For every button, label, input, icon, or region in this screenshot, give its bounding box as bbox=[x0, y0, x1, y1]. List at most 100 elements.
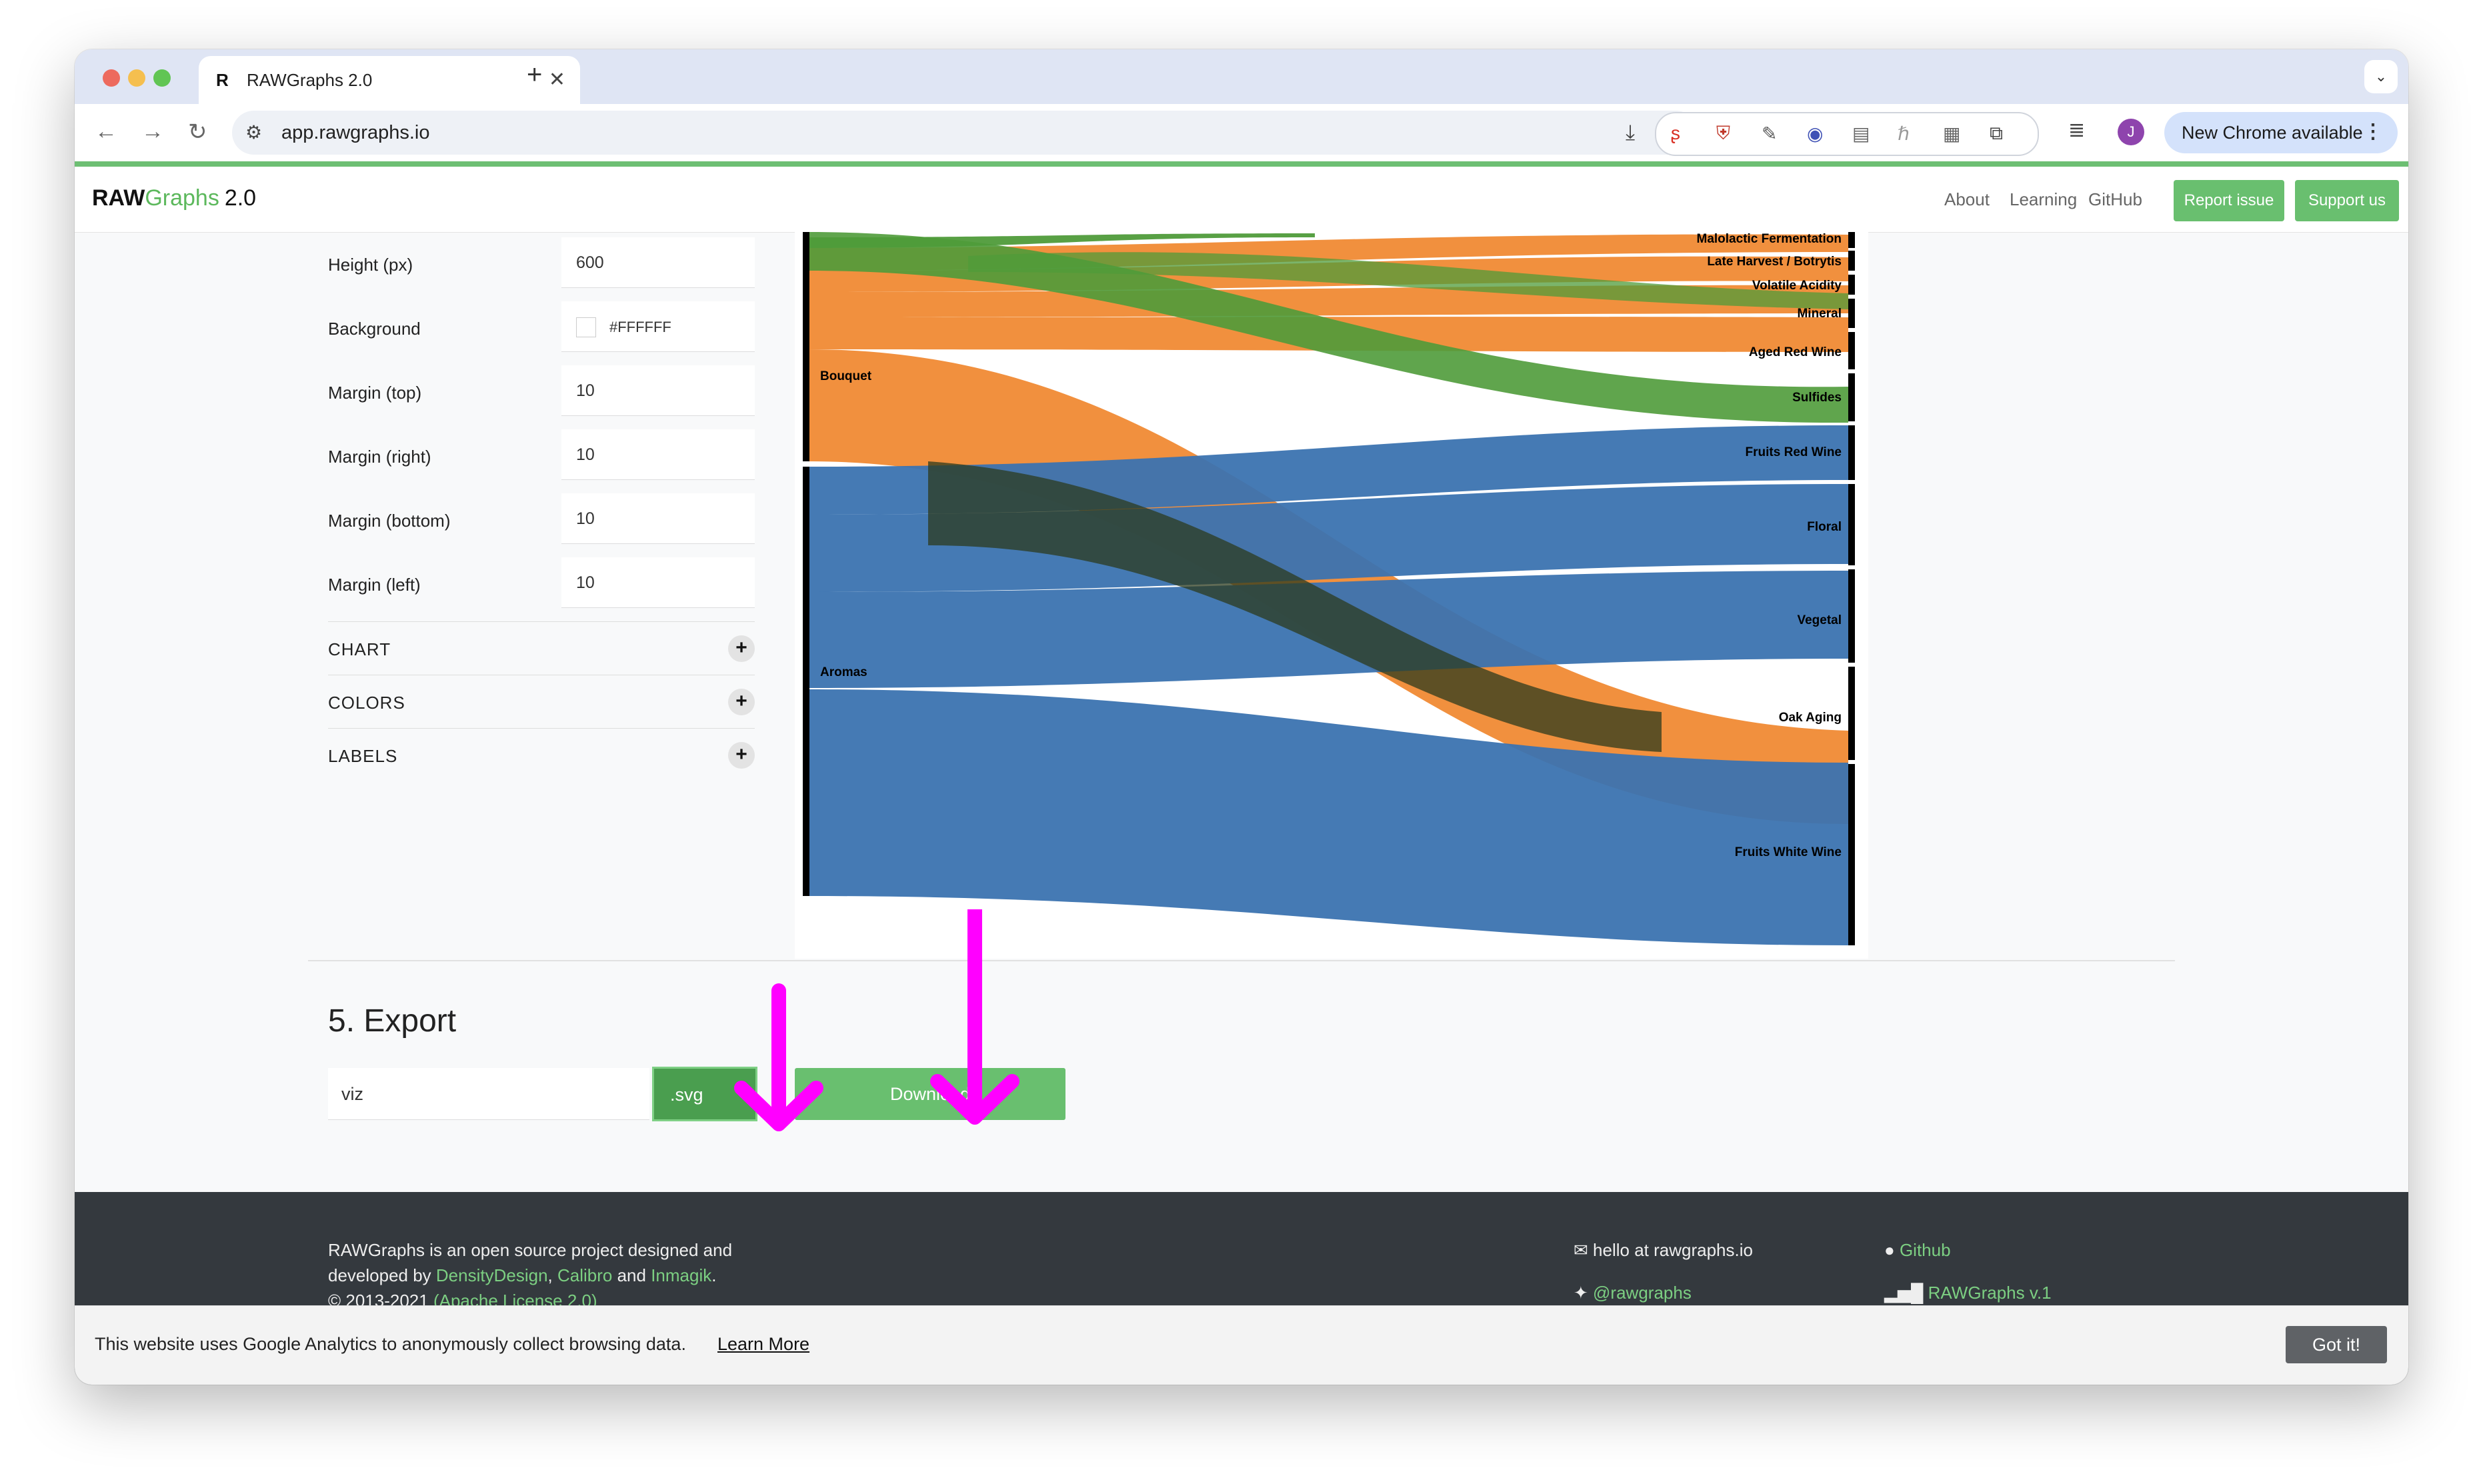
annotation-arrows bbox=[734, 983, 823, 1131]
footer-twitter-text: @rawgraphs bbox=[1593, 1283, 1692, 1303]
node-sulfides bbox=[1848, 373, 1855, 421]
footer-rawgraphs-v1[interactable]: ▂▅█ RAWGraphs v.1 bbox=[1884, 1283, 2052, 1303]
learn-more-link[interactable]: Learn More bbox=[717, 1334, 809, 1355]
section-labels-label: LABELS bbox=[328, 746, 398, 766]
section-divider bbox=[308, 960, 2175, 961]
label-target-vegetal: Vegetal bbox=[1797, 613, 1842, 627]
bar-chart-icon: ▂▅█ bbox=[1884, 1283, 1924, 1303]
expand-plus-icon[interactable]: + bbox=[728, 742, 755, 769]
got-it-button[interactable]: Got it! bbox=[2286, 1326, 2387, 1363]
footer-github-text: Github bbox=[1899, 1240, 1951, 1260]
loading-strip bbox=[75, 161, 2408, 167]
background-color-input[interactable]: #FFFFFF bbox=[561, 301, 755, 352]
nav-learning[interactable]: Learning bbox=[2010, 189, 2077, 210]
link-calibro[interactable]: Calibro bbox=[557, 1265, 612, 1285]
browser-tab[interactable]: R RAWGraphs 2.0 ✕ bbox=[199, 56, 580, 104]
node-malolactic bbox=[1848, 232, 1855, 248]
link-densitydesign[interactable]: DensityDesign bbox=[436, 1265, 548, 1285]
maximize-window-button[interactable] bbox=[153, 69, 171, 87]
back-arrow-icon[interactable]: ← bbox=[95, 119, 117, 145]
extension-pen-icon[interactable]: ✎ bbox=[1762, 123, 1777, 145]
extensions-puzzle-icon[interactable]: ⧉ bbox=[1990, 123, 2003, 145]
footer-v1-text: RAWGraphs v.1 bbox=[1928, 1283, 2052, 1303]
height-input[interactable]: 600 bbox=[561, 237, 755, 288]
label-target-sulfides: Sulfides bbox=[1792, 391, 1842, 405]
rawgraphs-logo[interactable]: RAWGraphs 2.0 bbox=[92, 185, 256, 211]
footer-line-1: RAWGraphs is an open source project desi… bbox=[328, 1240, 733, 1260]
nav-about[interactable]: About bbox=[1944, 189, 1990, 210]
report-issue-button[interactable]: Report issue bbox=[2174, 180, 2284, 221]
section-labels[interactable]: LABELS + bbox=[328, 728, 755, 782]
margin-bottom-label: Margin (bottom) bbox=[328, 511, 451, 531]
export-filename-input[interactable]: viz bbox=[328, 1068, 649, 1120]
extension-shield-icon[interactable]: ⛨ bbox=[1716, 123, 1730, 145]
close-tab-icon[interactable]: ✕ bbox=[549, 68, 565, 91]
nav-github[interactable]: GitHub bbox=[2088, 189, 2142, 210]
minimize-window-button[interactable] bbox=[128, 69, 145, 87]
footer-sep-2: and bbox=[612, 1265, 651, 1285]
url-text: app.rawgraphs.io bbox=[281, 122, 430, 143]
reload-icon[interactable]: ↻ bbox=[188, 119, 207, 145]
extension-box-icon[interactable]: ▤ bbox=[1852, 123, 1870, 145]
color-swatch[interactable] bbox=[576, 317, 596, 338]
node-mineral bbox=[1848, 299, 1855, 328]
media-control-icon[interactable]: ≣ bbox=[2068, 119, 2085, 142]
tab-bar: R RAWGraphs 2.0 ✕ + ⌄ bbox=[75, 49, 2408, 104]
chrome-update-label: New Chrome available bbox=[2182, 123, 2363, 143]
sankey-chart-svg: Bouquet Aromas Malolactic Fermentation L… bbox=[803, 232, 1855, 945]
address-bar[interactable]: ⚙ app.rawgraphs.io ⤓ ☆ bbox=[232, 111, 1698, 155]
margin-bottom-input[interactable]: 10 bbox=[561, 493, 755, 544]
expand-plus-icon[interactable]: + bbox=[728, 689, 755, 715]
node-oak bbox=[1848, 667, 1855, 760]
label-target-late-harvest: Late Harvest / Botrytis bbox=[1707, 255, 1842, 269]
margin-left-input[interactable]: 10 bbox=[561, 557, 755, 608]
margin-right-input[interactable]: 10 bbox=[561, 429, 755, 480]
footer-email-text: hello at rawgraphs.io bbox=[1593, 1240, 1753, 1260]
node-floral bbox=[1848, 484, 1855, 565]
section-chart-label: CHART bbox=[328, 639, 391, 659]
extension-s-icon[interactable]: ʂ bbox=[1671, 123, 1680, 144]
forward-arrow-icon[interactable]: → bbox=[141, 119, 164, 145]
profile-avatar[interactable]: J bbox=[2118, 119, 2144, 145]
close-window-button[interactable] bbox=[103, 69, 120, 87]
footer-sep-1: , bbox=[547, 1265, 557, 1285]
logo-graphs: Graphs bbox=[145, 185, 219, 211]
label-target-malolactic: Malolactic Fermentation bbox=[1697, 232, 1842, 246]
label-target-oak: Oak Aging bbox=[1779, 711, 1842, 725]
footer-line-2: developed by DensityDesign, Calibro and … bbox=[328, 1265, 716, 1286]
tab-title: RAWGraphs 2.0 bbox=[247, 70, 373, 90]
node-fruits-red bbox=[1848, 425, 1855, 480]
support-us-button[interactable]: Support us bbox=[2295, 180, 2399, 221]
extension-globe-icon[interactable]: ◉ bbox=[1807, 123, 1823, 145]
extension-doc-icon[interactable]: ▦ bbox=[1943, 123, 1960, 145]
rawgraphs-favicon-icon: R bbox=[216, 70, 229, 90]
footer-github[interactable]: ● Github bbox=[1884, 1240, 1951, 1261]
margin-left-label: Margin (left) bbox=[328, 575, 421, 595]
more-menu-icon[interactable]: ⋮ bbox=[2363, 120, 2383, 143]
height-label: Height (px) bbox=[328, 255, 413, 275]
footer-twitter[interactable]: ✦ @rawgraphs bbox=[1574, 1283, 1692, 1303]
section-colors[interactable]: COLORS + bbox=[328, 675, 755, 729]
logo-raw: RAW bbox=[92, 185, 145, 211]
link-inmagik[interactable]: Inmagik bbox=[651, 1265, 711, 1285]
twitter-bird-icon: ✦ bbox=[1574, 1283, 1588, 1303]
label-target-mineral: Mineral bbox=[1797, 307, 1842, 321]
label-target-fruits-red: Fruits Red Wine bbox=[1746, 445, 1842, 459]
extension-h-icon[interactable]: ℏ bbox=[1898, 123, 1910, 145]
footer-email[interactable]: ✉ hello at rawgraphs.io bbox=[1574, 1240, 1753, 1261]
browser-window: R RAWGraphs 2.0 ✕ + ⌄ ← → ↻ ⚙ app.rawgra… bbox=[75, 49, 2408, 1385]
background-label: Background bbox=[328, 319, 421, 339]
export-section-title: 5. Export bbox=[328, 1003, 457, 1039]
chrome-update-button[interactable]: New Chrome available ⋮ bbox=[2164, 112, 2398, 153]
tab-search-chevron-icon[interactable]: ⌄ bbox=[2364, 60, 2398, 93]
background-value: #FFFFFF bbox=[609, 319, 671, 335]
margin-top-input[interactable]: 10 bbox=[561, 365, 755, 416]
expand-plus-icon[interactable]: + bbox=[728, 635, 755, 662]
new-tab-icon[interactable]: + bbox=[527, 60, 542, 90]
install-app-icon[interactable]: ⤓ bbox=[1626, 120, 1635, 145]
browser-toolbar: ← → ↻ ⚙ app.rawgraphs.io ⤓ ☆ ʂ ⛨ ✎ ◉ ▤ ℏ… bbox=[75, 104, 2408, 161]
annotation-arrow-download bbox=[930, 909, 1019, 1125]
section-chart[interactable]: CHART + bbox=[328, 621, 755, 675]
node-late-harvest bbox=[1848, 251, 1855, 271]
site-settings-icon[interactable]: ⚙ bbox=[245, 121, 262, 143]
